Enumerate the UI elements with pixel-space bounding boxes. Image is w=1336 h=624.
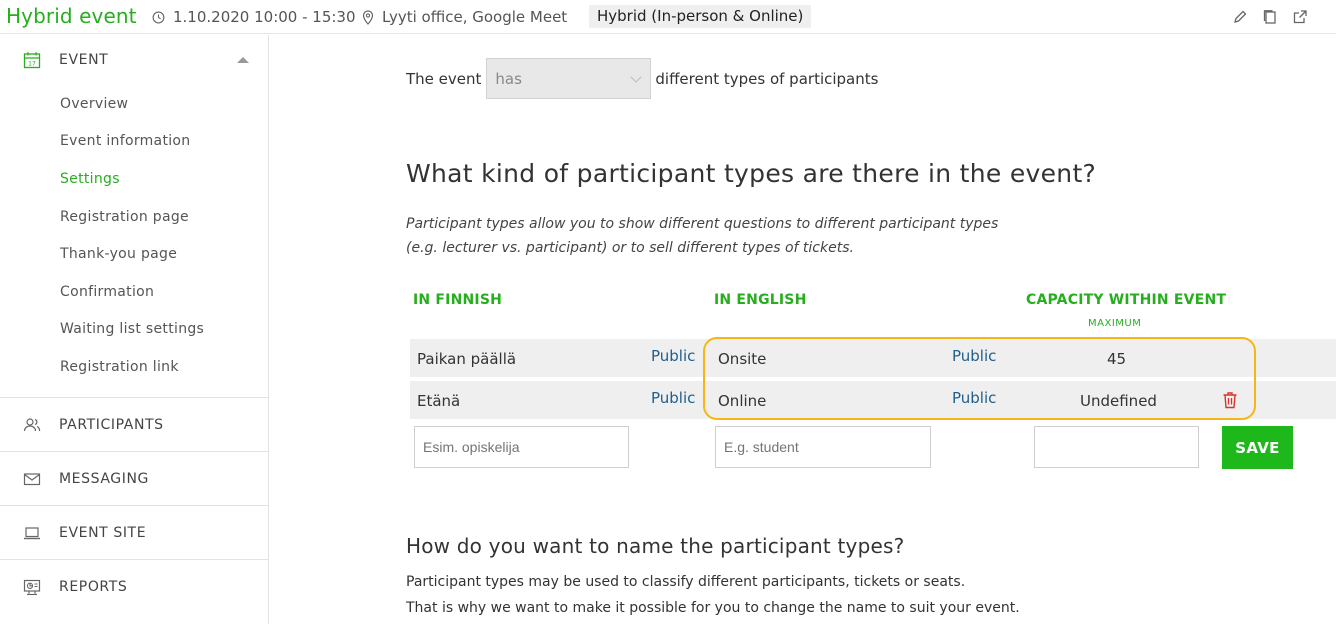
clock-icon	[152, 11, 165, 23]
save-button[interactable]: SAVE	[1222, 426, 1293, 469]
top-header: Hybrid event 1.10.2020 10:00 - 15:30 Lyy…	[0, 0, 1336, 34]
people-icon	[23, 417, 41, 431]
calendar-icon: 17	[23, 52, 41, 69]
chevron-up-icon[interactable]	[237, 57, 249, 63]
sidebar-item-settings[interactable]: Settings	[60, 171, 120, 187]
column-header-capacity: CAPACITY WITHIN EVENT	[1026, 292, 1227, 308]
finnish-name-input[interactable]	[414, 426, 629, 468]
laptop-icon	[24, 526, 40, 539]
section-heading: What kind of participant types are there…	[406, 159, 1097, 188]
capacity-input[interactable]	[1034, 426, 1199, 468]
event-location: Lyyti office, Google Meet	[362, 8, 567, 26]
location-text: Lyyti office, Google Meet	[382, 8, 568, 26]
open-external-icon[interactable]	[1292, 9, 1308, 25]
finnish-name: Etänä	[417, 392, 461, 410]
sidebar-item-thank-you-page[interactable]: Thank-you page	[60, 246, 177, 262]
sidebar-item-event-information[interactable]: Event information	[60, 133, 190, 149]
svg-text:17: 17	[28, 61, 36, 68]
highlight-outline	[703, 337, 1256, 420]
sidebar-item-overview[interactable]: Overview	[60, 96, 128, 112]
event-datetime: 1.10.2020 10:00 - 15:30	[152, 8, 356, 26]
sidebar-item-waiting-list-settings[interactable]: Waiting list settings	[60, 321, 204, 337]
column-subheader-maximum: MAXIMUM	[1088, 318, 1142, 329]
section-description-line1: Participant types allow you to show diff…	[406, 216, 999, 232]
sidebar-section-label: REPORTS	[59, 579, 128, 595]
sidebar-section-messaging[interactable]: MESSAGING	[0, 452, 268, 506]
sidebar-section-event[interactable]: 17 EVENT	[0, 35, 268, 85]
column-header-finnish: IN FINNISH	[413, 292, 503, 308]
sentence-prefix: The event	[406, 69, 482, 88]
finnish-status-link[interactable]: Public	[651, 389, 695, 407]
copy-icon[interactable]	[1262, 9, 1278, 25]
sidebar-item-registration-link[interactable]: Registration link	[60, 359, 179, 375]
column-header-english: IN ENGLISH	[714, 292, 807, 308]
envelope-icon	[23, 472, 41, 485]
event-title: Hybrid event	[6, 4, 137, 28]
sidebar-section-participants[interactable]: PARTICIPANTS	[0, 398, 268, 452]
participant-types-sentence: The event has different types of partici…	[406, 58, 878, 99]
edit-pencil-icon[interactable]	[1232, 9, 1248, 25]
naming-paragraph-line2: That is why we want to make it possible …	[406, 600, 1020, 616]
event-mode-badge: Hybrid (In-person & Online)	[589, 5, 812, 28]
naming-heading: How do you want to name the participant …	[406, 534, 905, 558]
section-description-line2: (e.g. lecturer vs. participant) or to se…	[406, 240, 854, 256]
sidebar-section-reports[interactable]: REPORTS	[0, 560, 268, 614]
participant-types-select[interactable]: has	[486, 58, 652, 99]
datetime-text: 1.10.2020 10:00 - 15:30	[173, 8, 356, 26]
sidebar: 17 EVENT Overview Event information Sett…	[0, 35, 269, 624]
chevron-down-icon	[630, 71, 643, 83]
select-value: has	[495, 69, 522, 88]
finnish-status-link[interactable]: Public	[651, 347, 695, 365]
english-name-input[interactable]	[715, 426, 931, 468]
sidebar-section-label: EVENT SITE	[59, 524, 147, 541]
sidebar-section-event-site[interactable]: EVENT SITE	[0, 506, 268, 560]
sidebar-section-label: EVENT	[59, 52, 109, 68]
location-pin-icon	[362, 9, 374, 25]
sidebar-section-label: MESSAGING	[59, 470, 149, 487]
sidebar-item-registration-page[interactable]: Registration page	[60, 209, 189, 225]
header-tools	[1232, 9, 1308, 25]
finnish-name: Paikan päällä	[417, 350, 517, 368]
naming-paragraph-line1: Participant types may be used to classif…	[406, 574, 966, 590]
sidebar-section-label: PARTICIPANTS	[59, 416, 164, 433]
report-chart-icon	[23, 579, 41, 596]
sidebar-item-confirmation[interactable]: Confirmation	[60, 284, 154, 300]
sentence-suffix: different types of participants	[655, 69, 879, 88]
main-content: The event has different types of partici…	[270, 35, 1336, 624]
